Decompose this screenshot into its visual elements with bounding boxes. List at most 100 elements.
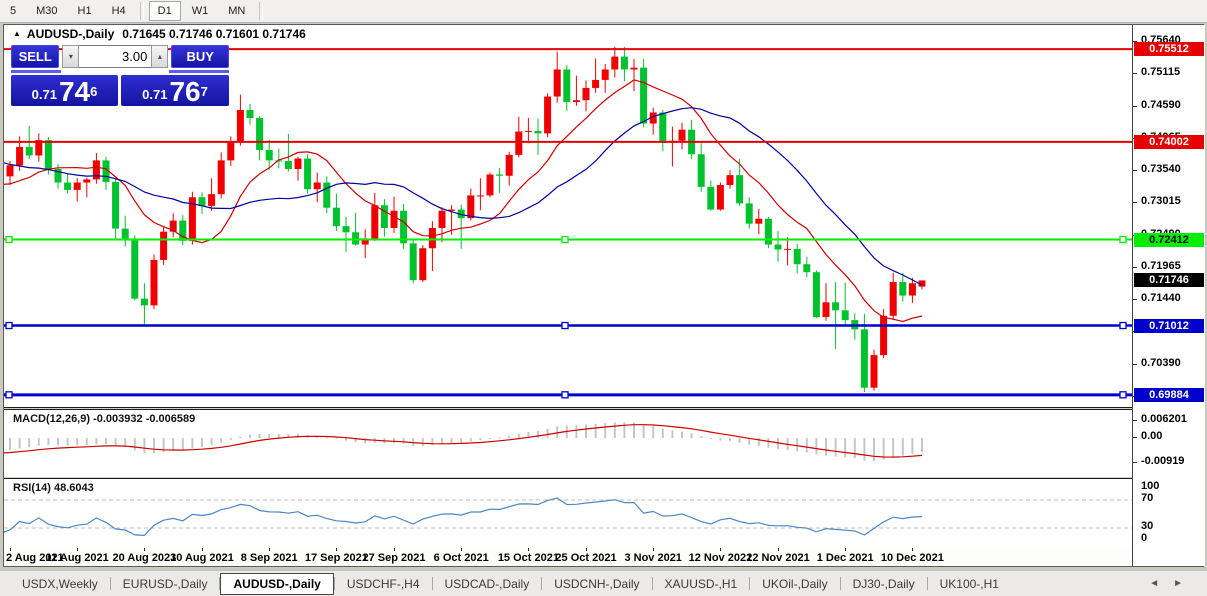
axis-tick-mark: [1133, 420, 1137, 421]
chart-tab-usdcad-daily[interactable]: USDCAD-,Daily: [433, 573, 542, 595]
sell-button[interactable]: SELL: [11, 45, 59, 68]
date-label: 17 Sep 2021: [305, 552, 368, 564]
line-anchor[interactable]: [6, 237, 12, 243]
sell-price-button[interactable]: 0.71746: [11, 75, 118, 106]
line-anchor[interactable]: [6, 323, 12, 329]
chart-tab-audusd-daily[interactable]: AUDUSD-,Daily: [220, 573, 333, 595]
chart-tab-usdx-weekly[interactable]: USDX,Weekly: [10, 573, 110, 595]
timeframe-button-mn[interactable]: MN: [219, 1, 254, 21]
axis-tick-mark: [1133, 202, 1137, 203]
date-tick-mark: [77, 548, 78, 551]
price-tick-label: 0.73540: [1141, 163, 1181, 175]
timeframe-button-5[interactable]: 5: [1, 1, 25, 21]
line-anchor[interactable]: [562, 323, 568, 329]
date-tick-mark: [269, 548, 270, 551]
price-badge-0.71746: 0.71746: [1134, 273, 1204, 287]
date-label: 27 Sep 2021: [363, 552, 426, 564]
rsi-tick-label: 70: [1141, 492, 1153, 504]
price-badge-0.75512: 0.75512: [1134, 42, 1204, 56]
price-tick-label: 0.71440: [1141, 292, 1181, 304]
date-tick-mark: [10, 548, 11, 551]
date-tick-mark: [845, 548, 846, 551]
buy-underline: [169, 70, 229, 73]
date-tick-mark: [653, 548, 654, 551]
date-label: 22 Nov 2021: [746, 552, 810, 564]
line-anchor[interactable]: [562, 392, 568, 398]
rsi-line-chart: [4, 479, 1132, 548]
chart-tab-xauusd-h1[interactable]: XAUUSD-,H1: [653, 573, 750, 595]
rsi-tick-label: 30: [1141, 520, 1153, 532]
date-tick-mark: [144, 548, 145, 551]
axis-tick-mark: [1133, 106, 1137, 107]
axis-tick-mark: [1133, 462, 1137, 463]
macd-tick-label: -0.00919: [1141, 455, 1184, 467]
line-anchor[interactable]: [1120, 323, 1126, 329]
macd-tick-label: 0.006201: [1141, 413, 1187, 425]
date-label: 11 Aug 2021: [46, 552, 109, 564]
date-tick-mark: [720, 548, 721, 551]
volume-decrease-button[interactable]: ▾: [62, 45, 79, 68]
date-label: 3 Nov 2021: [624, 552, 681, 564]
axis-tick-mark: [1133, 299, 1137, 300]
date-tick-mark: [202, 548, 203, 551]
price-tick-label: 0.75115: [1141, 66, 1180, 78]
volume-increase-button[interactable]: ▴: [151, 45, 168, 68]
chart-tab-ukoil-daily[interactable]: UKOil-,Daily: [750, 573, 839, 595]
axis-tick-mark: [1133, 73, 1137, 74]
price-tick-label: 0.74590: [1141, 99, 1181, 111]
chart-tab-eurusd-daily[interactable]: EURUSD-,Daily: [111, 573, 220, 595]
date-label: 1 Dec 2021: [817, 552, 874, 564]
timeframe-button-h1[interactable]: H1: [69, 1, 101, 21]
collapse-panel-icon[interactable]: ▲: [13, 29, 21, 38]
timeframe-button-h4[interactable]: H4: [103, 1, 135, 21]
tabs-scroll-left-icon[interactable]: ◄: [1149, 578, 1173, 589]
axis-tick-mark: [1133, 170, 1137, 171]
timeframe-button-d1[interactable]: D1: [149, 1, 181, 21]
rsi-label: RSI(14) 48.6043: [13, 482, 94, 494]
timeframe-button-m30[interactable]: M30: [27, 1, 66, 21]
axis-tick-mark: [1133, 364, 1137, 365]
volume-input[interactable]: [79, 45, 151, 68]
date-tick-mark: [461, 548, 462, 551]
price-axis: 0.756400.751150.745900.740650.735400.730…: [1132, 25, 1205, 566]
line-anchor[interactable]: [562, 237, 568, 243]
chart-title: ▲ AUDUSD-,Daily 0.71645 0.71746 0.71601 0.…: [13, 27, 306, 41]
date-label: 20 Aug 2021: [112, 552, 176, 564]
chart-tab-dj30-daily[interactable]: DJ30-,Daily: [841, 573, 927, 595]
line-anchor[interactable]: [6, 392, 12, 398]
macd-panel: MACD(12,26,9) -0.003932 -0.006589: [4, 409, 1132, 478]
axis-tick-mark: [1133, 437, 1137, 438]
price-badge-0.71012: 0.71012: [1134, 319, 1204, 333]
date-tick-mark: [912, 548, 913, 551]
timeframe-button-w1[interactable]: W1: [183, 1, 218, 21]
date-tick-mark: [586, 548, 587, 551]
axis-tick-mark: [1133, 267, 1137, 268]
date-tick-mark: [778, 548, 779, 551]
buy-button[interactable]: BUY: [171, 45, 229, 68]
date-label: 25 Oct 2021: [555, 552, 616, 564]
chart-tab-usdchf-h4[interactable]: USDCHF-,H4: [335, 573, 432, 595]
date-axis: 2 Aug 202111 Aug 202120 Aug 202130 Aug 2…: [4, 548, 1132, 566]
line-anchor[interactable]: [1120, 392, 1126, 398]
one-click-trading-panel: SELL ▾ ▴ BUY 0.71746 0.71767: [11, 45, 229, 103]
buy-price-button[interactable]: 0.71767: [121, 75, 229, 106]
tabs-scroll-right-icon[interactable]: ►: [1173, 578, 1197, 589]
date-tick-mark: [528, 548, 529, 551]
sell-underline: [11, 70, 61, 73]
line-anchor[interactable]: [1120, 237, 1126, 243]
chart-tab-usdcnh-daily[interactable]: USDCNH-,Daily: [542, 573, 651, 595]
date-tick-mark: [394, 548, 395, 551]
date-label: 6 Oct 2021: [434, 552, 489, 564]
date-label: 12 Nov 2021: [689, 552, 753, 564]
date-label: 10 Dec 2021: [881, 552, 944, 564]
price-badge-0.69884: 0.69884: [1134, 388, 1204, 402]
rsi-tick-label: 0: [1141, 532, 1147, 544]
price-tick-label: 0.70390: [1141, 357, 1181, 369]
rsi-panel: RSI(14) 48.6043: [4, 478, 1132, 549]
date-label: 8 Sep 2021: [241, 552, 298, 564]
macd-label: MACD(12,26,9) -0.003932 -0.006589: [13, 413, 195, 425]
date-label: 15 Oct 2021: [498, 552, 559, 564]
chart-tab-uk100-h1[interactable]: UK100-,H1: [928, 573, 1011, 595]
chart-symbol-period: AUDUSD-,Daily: [27, 27, 114, 41]
chart-ohlc-values: 0.71645 0.71746 0.71601 0.71746: [122, 27, 306, 41]
